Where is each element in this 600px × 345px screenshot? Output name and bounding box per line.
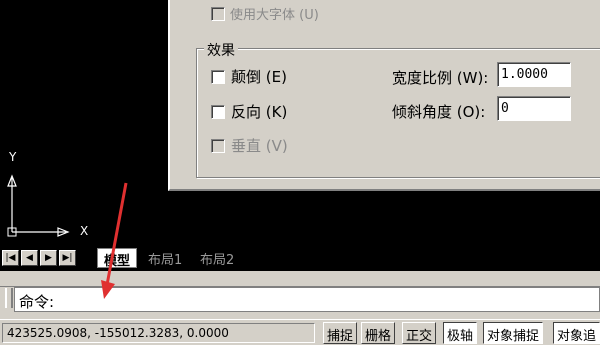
layout-tab-bar <box>0 247 600 271</box>
backwards-label: 反向 (K) <box>231 103 288 121</box>
width-factor-input[interactable]: 1.0000 <box>497 62 571 87</box>
last-tab-button[interactable]: ▶| <box>59 250 76 266</box>
effects-group-title: 效果 <box>204 40 238 60</box>
use-bigfont-label: 使用大字体 (U) <box>230 8 319 23</box>
backwards-option[interactable]: 反向 (K) <box>211 101 287 122</box>
upside-down-label: 颠倒 (E) <box>231 68 287 86</box>
status-bar: 423525.0908, -155012.3283, 0.0000 捕捉 栅格 … <box>0 319 600 345</box>
first-tab-button[interactable]: |◀ <box>2 250 19 266</box>
tab-layout1[interactable]: 布局1 <box>142 248 188 268</box>
command-input[interactable]: 命令: <box>14 287 600 312</box>
oblique-angle-input[interactable]: 0 <box>497 96 571 121</box>
otrack-button[interactable]: 对象追 <box>553 322 600 344</box>
width-factor-label: 宽度比例 (W): <box>392 69 489 87</box>
command-window-grip[interactable] <box>5 288 13 308</box>
use-bigfont-option: 使用大字体 (U) <box>211 4 319 23</box>
ucs-y-label: Y <box>9 150 17 164</box>
osnap-button[interactable]: 对象捕捉 <box>483 322 544 344</box>
ucs-x-label: X <box>80 224 89 238</box>
tab-model[interactable]: 模型 <box>97 248 138 269</box>
backwards-checkbox[interactable] <box>211 104 225 119</box>
upside-down-checkbox[interactable] <box>211 69 225 84</box>
prev-tab-button[interactable]: ◀ <box>21 250 38 266</box>
tab-layout2[interactable]: 布局2 <box>194 248 240 268</box>
oblique-angle-label: 倾斜角度 (O): <box>392 103 486 121</box>
vertical-checkbox <box>211 138 225 153</box>
use-bigfont-checkbox <box>211 6 225 21</box>
vertical-option: 垂直 (V) <box>211 135 288 156</box>
polar-button[interactable]: 极轴 <box>443 322 478 344</box>
command-window: 命令: <box>0 271 600 319</box>
command-history <box>0 271 600 287</box>
upside-down-option[interactable]: 颠倒 (E) <box>211 66 287 87</box>
next-tab-button[interactable]: ▶ <box>40 250 57 266</box>
ortho-button[interactable]: 正交 <box>402 322 437 344</box>
text-style-dialog: 使用大字体 (U) 效果 颠倒 (E) 反向 (K) 垂直 (V) 宽度比例 (… <box>168 0 600 191</box>
ucs-icon <box>7 174 70 237</box>
vertical-label: 垂直 (V) <box>231 137 288 155</box>
coordinate-display[interactable]: 423525.0908, -155012.3283, 0.0000 <box>2 323 315 343</box>
snap-button[interactable]: 捕捉 <box>323 322 358 344</box>
grid-button[interactable]: 栅格 <box>361 322 396 344</box>
